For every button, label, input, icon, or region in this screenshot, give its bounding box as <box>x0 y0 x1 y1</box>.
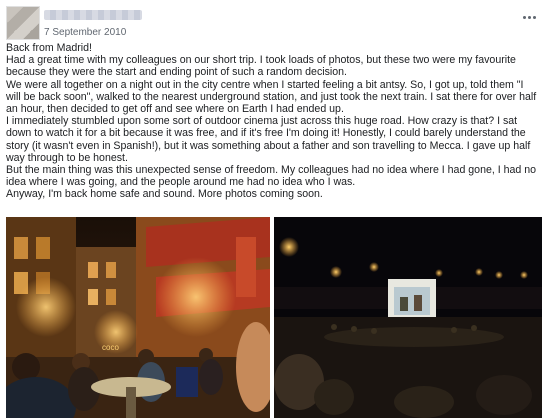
post-paragraph: But the main thing was this unexpected s… <box>6 164 537 189</box>
post-paragraph: Anyway, I'm back home safe and sound. Mo… <box>6 188 323 201</box>
author-name-blurred[interactable] <box>44 10 142 20</box>
photo-street-terrace[interactable]: coco <box>6 217 270 418</box>
post-paragraph: Back from Madrid! <box>6 42 92 54</box>
post-text: Back from Madrid! Had a great time with … <box>6 42 538 201</box>
post-header: 7 September 2010 <box>6 6 542 40</box>
post-paragraph: Had a great time with my colleagues on o… <box>6 54 516 79</box>
post-date[interactable]: 7 September 2010 <box>44 27 126 38</box>
post-card: 7 September 2010 Back from Madrid! Had a… <box>0 0 548 420</box>
post-paragraph: We were all together on a night out in t… <box>6 78 537 116</box>
more-options-icon[interactable] <box>520 10 538 24</box>
avatar[interactable] <box>6 6 40 40</box>
post-paragraph: I immediately stumbled upon some sort of… <box>6 115 531 164</box>
photo-outdoor-cinema[interactable] <box>274 217 542 418</box>
